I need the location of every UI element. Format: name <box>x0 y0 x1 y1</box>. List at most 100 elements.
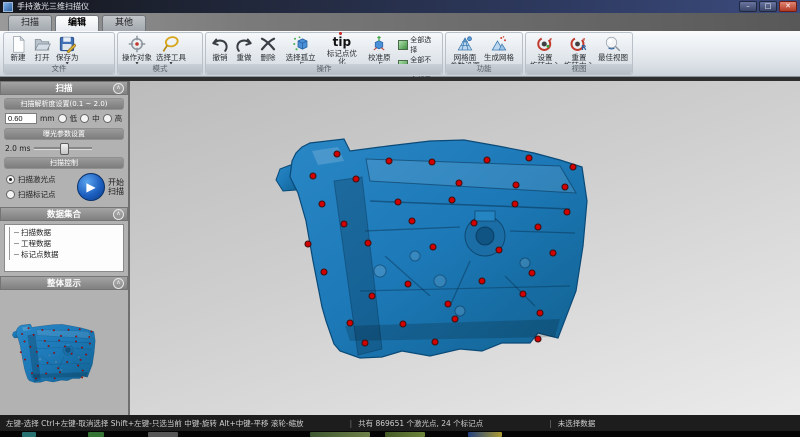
window-title: 手持激光三维扫描仪 <box>17 1 89 12</box>
marker-point[interactable] <box>520 291 526 297</box>
marker-point[interactable] <box>353 176 359 182</box>
collapse-icon[interactable]: ∧ <box>113 278 124 289</box>
marker-point[interactable] <box>529 270 535 276</box>
marker-point[interactable] <box>310 173 316 179</box>
marker-optimize-button[interactable]: tip 标记点优化 <box>321 34 362 67</box>
tree-item-scan-data[interactable]: 扫描数据 <box>14 227 123 238</box>
marker-point[interactable] <box>386 158 392 164</box>
marker-point[interactable] <box>319 201 325 207</box>
tab-scan[interactable]: 扫描 <box>8 15 52 31</box>
select-all-stack: 全部选择 全部不选 全部反选 <box>396 34 440 66</box>
group-label-function: 功能 <box>446 64 522 74</box>
marker-point[interactable] <box>341 221 347 227</box>
marker-point[interactable] <box>535 336 541 342</box>
operate-object-button[interactable]: 操作对象 ▾ <box>120 34 154 67</box>
marker-point[interactable] <box>484 157 490 163</box>
marker-point[interactable] <box>334 151 340 157</box>
select-all-button[interactable]: 全部选择 <box>398 35 438 55</box>
marker-point[interactable] <box>321 269 327 275</box>
marker-point[interactable] <box>449 197 455 203</box>
minimize-button[interactable]: – <box>739 1 757 12</box>
reset-rotation-center-icon: R <box>569 35 589 53</box>
tab-edit[interactable]: 编辑 <box>55 15 99 31</box>
save-as-button[interactable]: 保存为 ▾ <box>54 34 81 67</box>
marker-point[interactable] <box>362 340 368 346</box>
reset-rotation-center-button[interactable]: R 重置 旋转中心 <box>562 34 596 67</box>
marker-point[interactable] <box>305 241 311 247</box>
marker-point[interactable] <box>535 224 541 230</box>
set-rotation-center-button[interactable]: 设置 旋转中心 <box>528 34 562 67</box>
select-tool-button[interactable]: 选择工具 ▾ <box>154 34 188 67</box>
marker-point[interactable] <box>395 199 401 205</box>
marker-point[interactable] <box>526 155 532 161</box>
marker-point[interactable] <box>550 250 556 256</box>
radio-high[interactable] <box>103 114 112 123</box>
marker-point[interactable] <box>537 310 543 316</box>
exposure-slider[interactable] <box>34 143 92 153</box>
resolution-input[interactable] <box>5 113 37 124</box>
marker-point[interactable] <box>479 278 485 284</box>
marker-point[interactable] <box>400 321 406 327</box>
data-panel-header[interactable]: 数据集合 ∧ <box>0 207 128 221</box>
marker-point[interactable] <box>405 281 411 287</box>
group-label-view: 视图 <box>526 64 632 74</box>
marker-point[interactable] <box>347 320 353 326</box>
marker-point[interactable] <box>369 293 375 299</box>
collapse-icon[interactable]: ∧ <box>113 83 124 94</box>
exposure-section-title: 曝光参数设置 <box>4 128 124 140</box>
exposure-value: 2.0 ms <box>5 144 31 153</box>
marker-point[interactable] <box>512 201 518 207</box>
redo-button[interactable]: 重做 <box>232 34 256 67</box>
ribbon: 新建 打开 保存为 ▾ 文件 操作 <box>0 31 800 77</box>
calibrate-origin-button[interactable]: 校准原点 <box>362 34 396 67</box>
open-folder-icon <box>32 35 52 53</box>
marker-point[interactable] <box>496 247 502 253</box>
marker-point[interactable] <box>456 180 462 186</box>
scan-panel-header[interactable]: 扫描 ∧ <box>0 81 128 95</box>
group-label-file: 文件 <box>4 64 114 74</box>
collapse-icon[interactable]: ∧ <box>113 209 124 220</box>
marker-point[interactable] <box>445 301 451 307</box>
scan-panel: 扫描 ∧ 扫描解析度设置(0.1 ~ 2.0) mm 低 中 高 曝光参数设置 … <box>0 81 128 203</box>
maximize-button[interactable]: □ <box>759 1 777 12</box>
sidebar: 扫描 ∧ 扫描解析度设置(0.1 ~ 2.0) mm 低 中 高 曝光参数设置 … <box>0 81 130 415</box>
delete-button[interactable]: 删除 <box>256 34 280 67</box>
generate-mesh-button[interactable]: 生成网格 <box>482 34 516 67</box>
play-icon: ▶ <box>86 180 95 194</box>
mesh-params-button[interactable]: 网格面 参数设置 <box>448 34 482 67</box>
selection-status: 未选择数据 <box>558 418 596 429</box>
marker-point[interactable] <box>471 220 477 226</box>
marker-point[interactable] <box>365 240 371 246</box>
slider-handle[interactable] <box>60 143 69 155</box>
new-button[interactable]: 新建 <box>6 34 30 67</box>
marker-point[interactable] <box>570 164 576 170</box>
select-isolated-points-button[interactable]: 选择孤立点 <box>280 34 321 67</box>
start-scan-button[interactable]: ▶ <box>77 173 105 201</box>
radio-scan-laser[interactable] <box>6 175 15 184</box>
best-view-button[interactable]: 最佳视图 <box>596 34 630 67</box>
undo-button[interactable]: 撤销 <box>208 34 232 67</box>
marker-point[interactable] <box>432 339 438 345</box>
status-bar: 左键-选择 Ctrl+左键-取消选择 Shift+左键-只选当前 中键-旋转 A… <box>0 415 800 431</box>
marker-point[interactable] <box>430 244 436 250</box>
tree-item-project-data[interactable]: 工程数据 <box>14 238 123 249</box>
ribbon-group-view: 设置 旋转中心 R 重置 旋转中心 最佳视图 视图 <box>525 32 633 75</box>
tree-item-marker-data[interactable]: 标记点数据 <box>14 249 123 260</box>
marker-point[interactable] <box>429 159 435 165</box>
marker-point[interactable] <box>562 184 568 190</box>
display-panel-header[interactable]: 整体显示 ∧ <box>0 276 128 290</box>
marker-point[interactable] <box>452 316 458 322</box>
open-button[interactable]: 打开 <box>30 34 54 67</box>
marker-point[interactable] <box>409 218 415 224</box>
marker-point[interactable] <box>513 182 519 188</box>
taskbar-icon <box>310 432 370 437</box>
viewport-3d[interactable] <box>130 81 800 415</box>
radio-low[interactable] <box>58 114 67 123</box>
close-button[interactable]: ✕ <box>779 1 797 12</box>
tab-other[interactable]: 其他 <box>102 15 146 31</box>
radio-medium[interactable] <box>80 114 89 123</box>
scan-mesh[interactable] <box>130 81 800 416</box>
data-panel: 数据集合 ∧ 扫描数据 工程数据 标记点数据 <box>0 207 128 272</box>
marker-point[interactable] <box>564 209 570 215</box>
radio-scan-marker[interactable] <box>6 190 15 199</box>
